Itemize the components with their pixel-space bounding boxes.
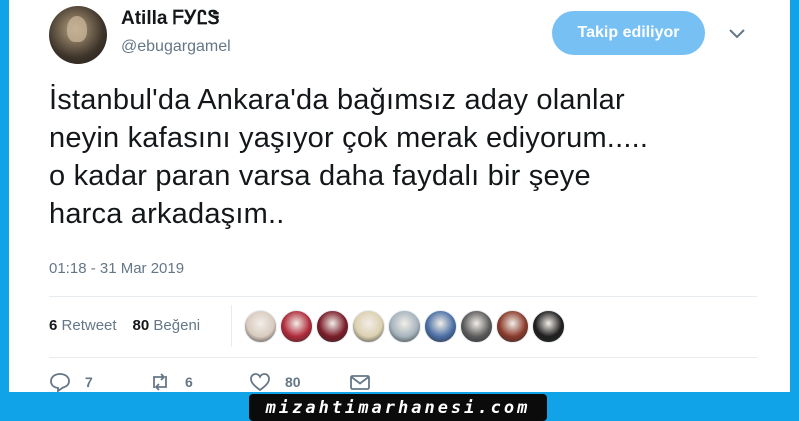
retweet-button[interactable]: 6 (149, 372, 249, 392)
reply-icon (50, 373, 70, 392)
envelope-icon (350, 375, 370, 390)
like-button[interactable]: 80 (249, 372, 349, 392)
retweet-stat-label: Retweet (61, 317, 117, 334)
liker-avatar[interactable] (244, 310, 277, 343)
like-count: 80 (285, 374, 301, 390)
message-button[interactable] (349, 372, 371, 392)
liker-avatar[interactable] (352, 310, 385, 343)
site-watermark: mizahtimarhanesi.com (249, 394, 547, 421)
retweet-stat[interactable]: 6 Retweet (49, 317, 117, 334)
retweet-count: 6 (185, 374, 193, 390)
like-stat-label: Beğeni (153, 317, 201, 334)
liker-avatars (244, 310, 565, 343)
liker-avatar[interactable] (496, 310, 529, 343)
retweet-icon (153, 373, 167, 391)
chevron-down-icon[interactable] (728, 26, 746, 40)
divider-bottom (49, 357, 757, 358)
like-stat[interactable]: 80 Beğeni (133, 317, 201, 334)
retweet-stat-count: 6 (49, 317, 58, 334)
tweet-card: Atilla ᖴᎩᏝᏕ @ebugargamel Takip ediliyor … (9, 0, 790, 392)
heart-icon (250, 373, 270, 392)
liker-avatar[interactable] (388, 310, 421, 343)
following-button[interactable]: Takip ediliyor (552, 11, 705, 55)
like-stat-count: 80 (132, 317, 150, 334)
engagement-stats: 6 Retweet 80 Beğeni (49, 317, 200, 334)
user-handle[interactable]: @ebugargamel (121, 38, 231, 56)
liker-avatar[interactable] (280, 310, 313, 343)
stats-separator (231, 305, 232, 347)
liker-avatar[interactable] (424, 310, 457, 343)
tweet-timestamp[interactable]: 01:18 - 31 Mar 2019 (49, 260, 184, 277)
liker-avatar[interactable] (316, 310, 349, 343)
divider-top (49, 296, 757, 297)
liker-avatar[interactable] (460, 310, 493, 343)
reply-button[interactable]: 7 (49, 372, 149, 392)
action-bar: 7 6 80 (49, 372, 371, 392)
reply-count: 7 (85, 374, 93, 390)
tweet-text: İstanbul'da Ankara'da bağımsız aday olan… (49, 84, 649, 230)
display-name[interactable]: Atilla ᖴᎩᏝᏕ (121, 8, 220, 30)
user-avatar[interactable] (49, 6, 107, 64)
liker-avatar[interactable] (532, 310, 565, 343)
